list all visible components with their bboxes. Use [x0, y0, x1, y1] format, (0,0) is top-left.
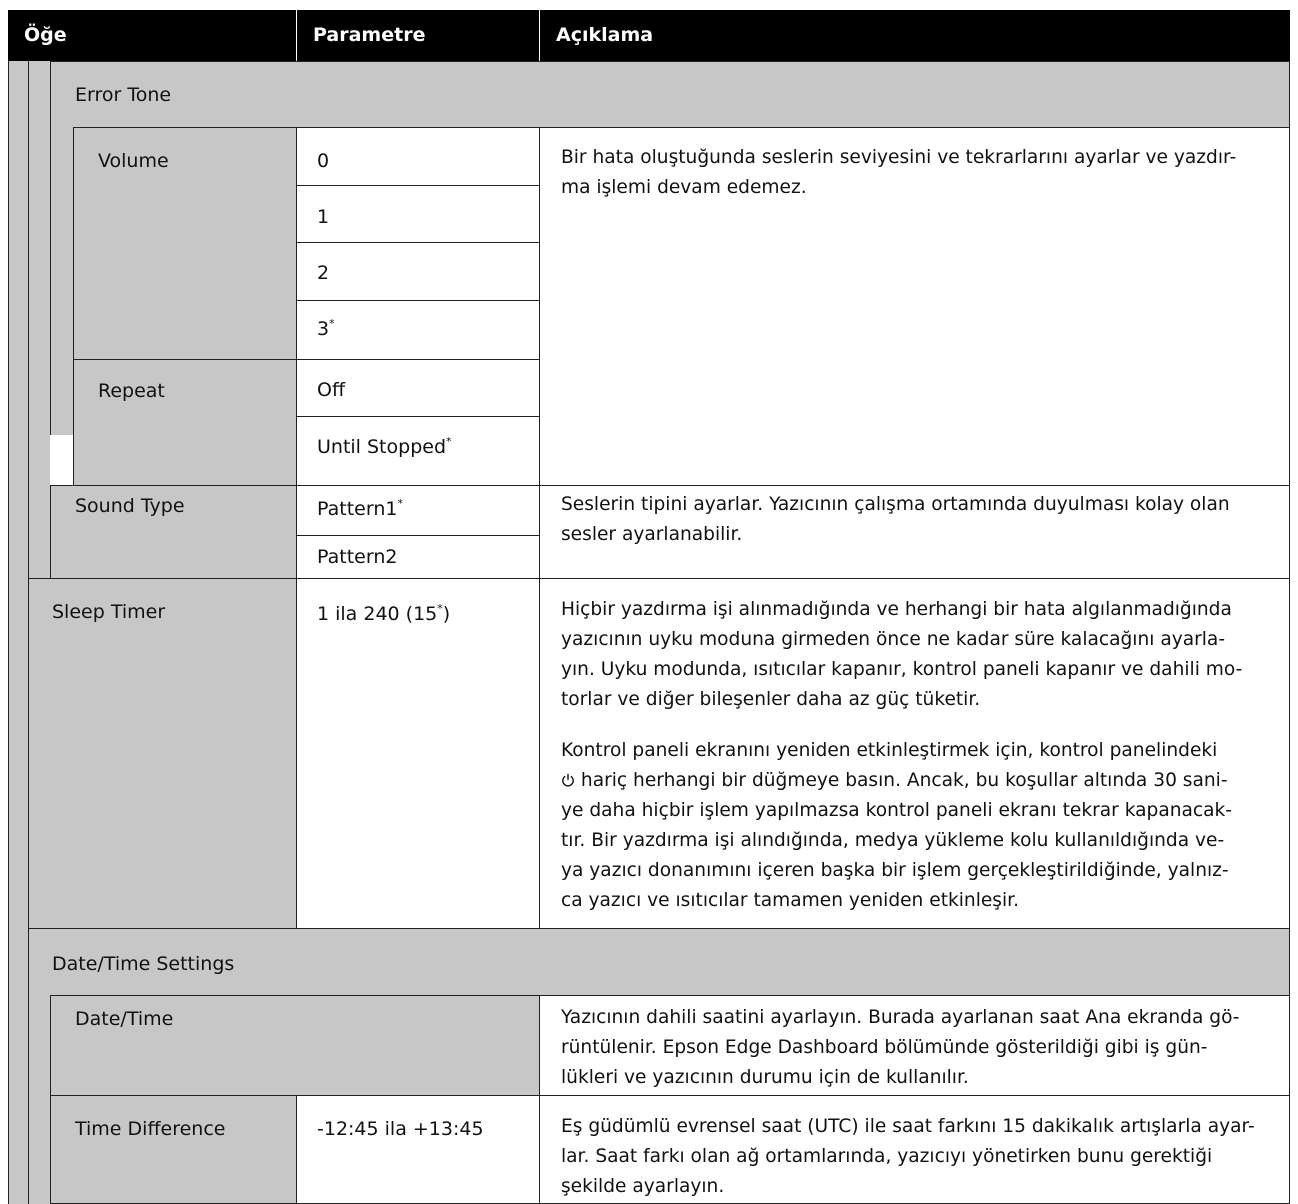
- sleep-timer-param-cell: 1 ila 240 (15*): [296, 578, 540, 928]
- settings-table: Öğe Parametre Açıklama Error Tone Volume…: [8, 10, 1290, 1204]
- volume-value-cell: 3*: [296, 300, 540, 359]
- repeat-value-cell: Until Stopped*: [296, 416, 540, 485]
- sleep-timer-range: 1 ila 240 (15*): [317, 602, 451, 625]
- date-time-description: Yazıcının dahili saatini ayarlayın. Bura…: [561, 1007, 1240, 1088]
- date-time-settings-label: Date/Time Settings: [52, 953, 235, 975]
- time-difference-range: -12:45 ila +13:45: [317, 1118, 484, 1140]
- power-icon: [562, 773, 574, 787]
- time-difference-description: Eş güdümlü evrensel saat (UTC) ile saat …: [561, 1116, 1255, 1197]
- volume-value-0: 0: [317, 150, 330, 172]
- sound-type-desc-cell: Seslerin tipini ayarlar. Yazıcının çalış…: [539, 485, 1290, 578]
- sleep-timer-description-1: Hiçbir yazdırma işi alınmadığında ve her…: [561, 599, 1243, 710]
- sleep-timer-label-cell: Sleep Timer: [28, 578, 296, 928]
- error-tone-row: Error Tone: [50, 61, 1290, 127]
- error-tone-label: Error Tone: [75, 84, 172, 106]
- sound-type-value-pattern1: Pattern1*: [317, 497, 403, 520]
- volume-value-cell: 1: [296, 185, 540, 242]
- date-time-settings-row: Date/Time Settings: [28, 928, 1290, 995]
- volume-value-2: 2: [317, 262, 330, 284]
- date-time-label-cell: Date/Time: [50, 995, 540, 1095]
- repeat-value-until-stopped: Until Stopped*: [317, 435, 452, 458]
- time-difference-label-cell: Time Difference: [50, 1095, 296, 1204]
- volume-label: Volume: [98, 150, 169, 172]
- repeat-label: Repeat: [98, 380, 165, 402]
- volume-label-cell: Volume: [73, 127, 296, 359]
- sound-type-value-cell: Pattern1*: [296, 485, 540, 535]
- sleep-timer-desc-cell: Hiçbir yazdırma işi alınmadığında ve her…: [539, 578, 1290, 928]
- default-marker: *: [446, 435, 452, 448]
- sound-type-value-cell: Pattern2: [296, 535, 540, 578]
- time-difference-desc-cell: Eş güdümlü evrensel saat (UTC) ile saat …: [539, 1095, 1290, 1204]
- table-header: Öğe Parametre Açıklama: [8, 10, 1290, 61]
- indent-strip-level2: [28, 61, 50, 578]
- indent-strip-level1: [8, 61, 28, 1204]
- sound-type-label-cell: Sound Type: [50, 485, 296, 578]
- repeat-value-off: Off: [317, 379, 346, 401]
- header-description: Açıklama: [556, 24, 654, 46]
- indent-strip-level2: [28, 995, 50, 1204]
- volume-value-1: 1: [317, 206, 330, 228]
- sound-type-label: Sound Type: [75, 495, 185, 517]
- volume-value-3: 3*: [317, 317, 335, 340]
- sound-type-description: Seslerin tipini ayarlar. Yazıcının çalış…: [561, 494, 1230, 545]
- volume-value-cell: 0: [296, 127, 540, 185]
- header-parameter: Parametre: [313, 24, 426, 46]
- volume-value-cell: 2: [296, 242, 540, 300]
- default-marker: *: [329, 317, 335, 330]
- date-time-desc-cell: Yazıcının dahili saatini ayarlayın. Bura…: [539, 995, 1290, 1095]
- sound-type-value-pattern2: Pattern2: [317, 546, 398, 568]
- date-time-label: Date/Time: [75, 1008, 174, 1030]
- default-marker: *: [397, 497, 403, 510]
- error-tone-desc-cell: Bir hata oluştuğunda seslerin seviyesini…: [539, 127, 1290, 485]
- repeat-label-cell: Repeat: [73, 359, 296, 485]
- sleep-timer-description-2: Kontrol paneli ekranını yeniden etkinleş…: [561, 740, 1233, 911]
- indent-strip-level3: [50, 127, 73, 435]
- sleep-timer-label: Sleep Timer: [52, 601, 166, 623]
- time-difference-label: Time Difference: [75, 1118, 226, 1140]
- repeat-value-cell: Off: [296, 359, 540, 416]
- error-tone-description: Bir hata oluştuğunda seslerin seviyesini…: [561, 147, 1237, 198]
- time-difference-param-cell: -12:45 ila +13:45: [296, 1095, 540, 1204]
- header-item: Öğe: [24, 24, 67, 46]
